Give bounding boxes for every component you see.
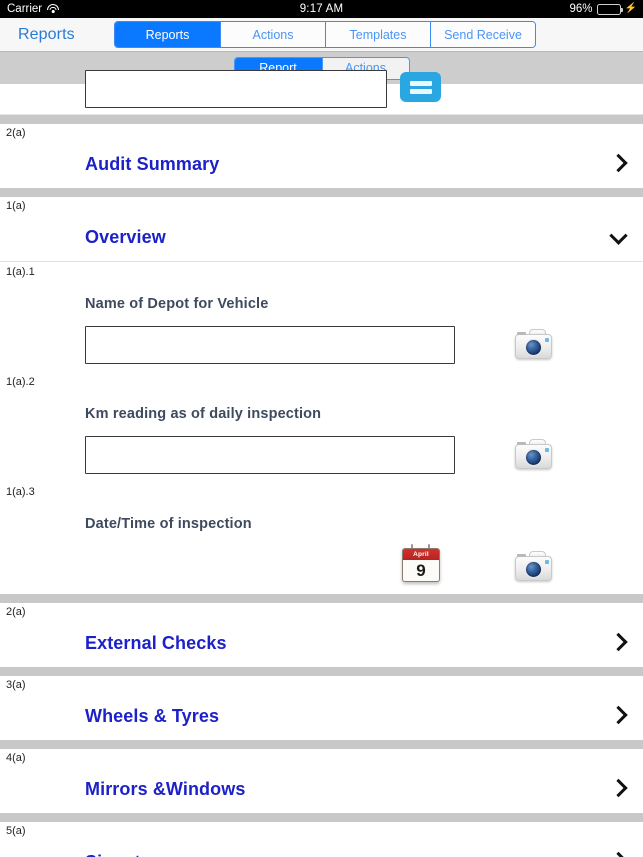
chevron-right-icon[interactable] [609, 851, 628, 857]
tab-actions[interactable]: Actions [220, 22, 325, 47]
section-signature[interactable]: 5(a) Signature [0, 822, 643, 857]
chevron-right-icon[interactable] [609, 153, 628, 173]
section-header-row[interactable]: Audit Summary [0, 140, 643, 188]
question-field-row: April 9 [0, 532, 643, 594]
status-bar-time: 9:17 AM [299, 3, 344, 15]
partial-text-input[interactable] [85, 70, 387, 108]
section-divider-band [0, 115, 643, 124]
camera-icon[interactable] [511, 436, 555, 470]
question-label: Name of Depot for Vehicle [85, 296, 269, 312]
section-title: Wheels & Tyres [85, 705, 220, 726]
lightning-bolt-icon: ⚡ [624, 3, 637, 14]
battery-icon [596, 3, 623, 15]
section-number: 5(a) [6, 825, 26, 837]
section-wheels-and-tyres[interactable]: 3(a) Wheels & Tyres [0, 676, 643, 740]
section-number: 1(a) [6, 200, 26, 212]
section-divider-band [0, 667, 643, 676]
section-header-row[interactable]: Signature [0, 838, 643, 857]
calendar-day-label: 9 [416, 561, 426, 580]
question-km-reading: 1(a).2 Km reading as of daily inspection [0, 372, 643, 482]
calendar-month-label: April [403, 549, 439, 560]
section-header-row[interactable]: Overview [0, 213, 643, 261]
form-scroll-area[interactable]: 2(a) Audit Summary 1(a) Overview 1(a).1 … [0, 70, 643, 857]
section-header-row[interactable]: External Checks [0, 619, 643, 667]
section-title: Signature [85, 852, 169, 857]
section-number: 2(a) [6, 606, 26, 618]
camera-icon[interactable] [511, 548, 555, 582]
chevron-right-icon[interactable] [609, 632, 628, 652]
chevron-right-icon[interactable] [609, 778, 628, 798]
status-bar: Carrier 9:17 AM 96% ⚡ [0, 0, 643, 18]
section-divider-band [0, 813, 643, 822]
question-date-time: 1(a).3 Date/Time of inspection April 9 [0, 482, 643, 594]
km-reading-input[interactable] [85, 436, 455, 474]
question-field-row [0, 422, 643, 482]
section-divider-band [0, 740, 643, 749]
tab-reports[interactable]: Reports [115, 22, 220, 47]
question-name-of-depot: 1(a).1 Name of Depot for Vehicle [0, 262, 643, 372]
depot-name-input[interactable] [85, 326, 455, 364]
question-field-row [0, 312, 643, 372]
partial-question-row [0, 70, 643, 115]
tab-templates[interactable]: Templates [325, 22, 430, 47]
section-divider-band [0, 188, 643, 197]
section-number: 4(a) [6, 752, 26, 764]
calendar-icon[interactable]: April 9 [400, 544, 442, 582]
question-label: Km reading as of daily inspection [85, 406, 322, 422]
divider [0, 261, 643, 262]
main-tab-segmented-control[interactable]: Reports Actions Templates Send Receive [114, 21, 536, 48]
status-bar-right: 96% ⚡ [570, 3, 643, 15]
navigation-bar: Reports Reports Actions Templates Send R… [0, 18, 643, 52]
keyboard-icon[interactable] [400, 72, 441, 102]
section-header-row[interactable]: Mirrors &Windows [0, 765, 643, 813]
camera-icon[interactable] [511, 326, 555, 360]
tab-send-receive[interactable]: Send Receive [430, 22, 535, 47]
battery-percent-label: 96% [569, 3, 593, 15]
section-external-checks[interactable]: 2(a) External Checks [0, 603, 643, 667]
section-audit-summary[interactable]: 2(a) Audit Summary [0, 124, 643, 188]
app-root: Carrier 9:17 AM 96% ⚡ Reports Reports Ac… [0, 0, 643, 857]
chevron-right-icon[interactable] [609, 705, 628, 725]
section-overview[interactable]: 1(a) Overview [0, 197, 643, 262]
question-label: Date/Time of inspection [85, 516, 252, 532]
question-number: 1(a).2 [6, 376, 35, 388]
section-title: Mirrors &Windows [85, 778, 246, 799]
chevron-down-icon[interactable] [609, 226, 628, 245]
question-number: 1(a).1 [6, 266, 35, 278]
section-title: Audit Summary [85, 153, 220, 174]
page-title: Reports [18, 25, 75, 43]
section-number: 3(a) [6, 679, 26, 691]
question-number: 1(a).3 [6, 486, 35, 498]
section-divider-band [0, 594, 643, 603]
section-mirrors-and-windows[interactable]: 4(a) Mirrors &Windows [0, 749, 643, 813]
section-header-row[interactable]: Wheels & Tyres [0, 692, 643, 740]
section-title: External Checks [85, 632, 227, 653]
section-title: Overview [85, 226, 166, 247]
section-number: 2(a) [6, 127, 26, 139]
